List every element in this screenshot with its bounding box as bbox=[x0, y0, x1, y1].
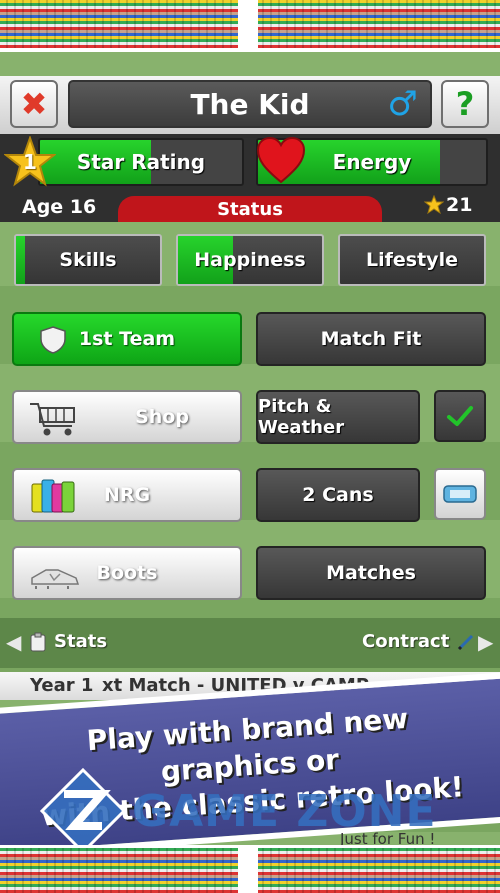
male-icon: ♂ bbox=[387, 84, 418, 124]
nrg-label: NRG bbox=[103, 484, 151, 506]
shield-icon bbox=[40, 326, 66, 354]
shopping-cart-icon bbox=[30, 403, 75, 436]
stars-value: 21 bbox=[446, 194, 473, 216]
stats-label: Stats bbox=[54, 631, 108, 652]
nrg-button[interactable]: NRG bbox=[12, 468, 242, 522]
player-name-box: The Kid ♂ bbox=[68, 80, 432, 128]
tab-skills[interactable]: Skills bbox=[14, 234, 162, 286]
player-name: The Kid bbox=[190, 87, 310, 121]
pitch-weather-check-button[interactable] bbox=[434, 390, 486, 442]
pitch-weather-button[interactable]: Pitch & Weather bbox=[256, 390, 420, 444]
tab-lifestyle-label: Lifestyle bbox=[366, 249, 458, 271]
tab-skills-label: Skills bbox=[59, 249, 117, 271]
star-rating-level: 1 bbox=[23, 150, 37, 174]
pen-icon bbox=[458, 634, 474, 650]
shop-label: Shop bbox=[135, 406, 189, 428]
star-rating-meter[interactable]: Star Rating bbox=[38, 138, 244, 186]
stats-link[interactable]: Stats bbox=[30, 631, 107, 652]
game-zone-logo-icon bbox=[40, 768, 126, 854]
star-rating-badge: 1 bbox=[3, 134, 57, 188]
heart-icon bbox=[256, 136, 306, 186]
checkmark-icon bbox=[447, 406, 473, 426]
age-label: Age 16 bbox=[22, 196, 97, 218]
contract-label: Contract bbox=[362, 631, 450, 652]
can-pack-icon bbox=[443, 485, 477, 503]
contract-link[interactable]: Contract bbox=[362, 631, 475, 652]
status-tab[interactable]: Status bbox=[118, 196, 382, 222]
help-button[interactable]: ? bbox=[441, 80, 489, 128]
small-star-icon bbox=[424, 195, 444, 215]
cans-button[interactable]: 2 Cans bbox=[256, 468, 420, 522]
matches-label: Matches bbox=[326, 562, 416, 584]
star-rating-label: Star Rating bbox=[76, 150, 206, 174]
match-fit-label: Match Fit bbox=[320, 328, 422, 350]
boot-icon bbox=[31, 569, 80, 589]
crowd-banner-bottom bbox=[0, 845, 500, 893]
crowd-banner-top bbox=[0, 0, 500, 52]
matches-button[interactable]: Matches bbox=[256, 546, 486, 600]
tab-lifestyle[interactable]: Lifestyle bbox=[338, 234, 486, 286]
tab-happiness[interactable]: Happiness bbox=[176, 234, 324, 286]
close-button[interactable]: ✖ bbox=[10, 80, 58, 128]
year-label: Year 1 bbox=[30, 675, 94, 696]
cans-label: 2 Cans bbox=[302, 484, 374, 506]
question-icon: ? bbox=[455, 85, 475, 123]
boots-button[interactable]: Boots bbox=[12, 546, 242, 600]
pitch-weather-label: Pitch & Weather bbox=[258, 396, 345, 438]
arrow-left-icon[interactable]: ◀ bbox=[6, 630, 21, 654]
energy-cans-icon bbox=[31, 479, 75, 513]
arrow-right-icon[interactable]: ▶ bbox=[478, 630, 493, 654]
stars-count: 21 bbox=[424, 194, 472, 216]
first-team-button[interactable]: 1st Team bbox=[12, 312, 242, 366]
can-pack-button[interactable] bbox=[434, 468, 486, 520]
first-team-label: 1st Team bbox=[78, 328, 176, 350]
boots-label: Boots bbox=[96, 562, 158, 584]
clipboard-icon bbox=[30, 632, 46, 651]
tab-happiness-label: Happiness bbox=[194, 249, 306, 271]
match-fit-button[interactable]: Match Fit bbox=[256, 312, 486, 366]
close-icon: ✖ bbox=[20, 85, 48, 123]
shop-button[interactable]: Shop bbox=[12, 390, 242, 444]
